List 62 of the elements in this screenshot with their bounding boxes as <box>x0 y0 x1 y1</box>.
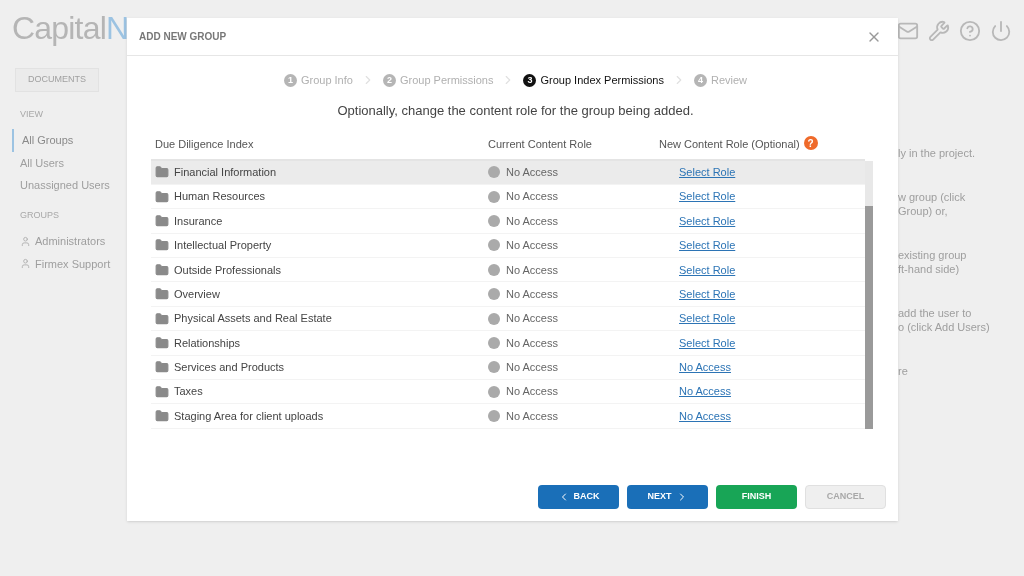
help-text: ly in the project. <box>898 146 977 160</box>
wizard-step: Review <box>710 72 748 89</box>
index-name: Overview <box>174 286 220 302</box>
role-link[interactable]: Select Role <box>679 285 736 303</box>
index-name: Services and Products <box>174 360 285 376</box>
role-link[interactable]: Select Role <box>679 212 736 230</box>
index-name: Physical Assets and Real Estate <box>174 311 332 327</box>
index-name: Outside Professionals <box>174 262 281 278</box>
help-text: o (click Add Users) <box>898 320 991 334</box>
index-name: Human Resources <box>174 189 266 205</box>
help-text: Group) or, <box>898 204 949 218</box>
role-link[interactable]: No Access <box>679 407 731 425</box>
role-link[interactable]: Select Role <box>679 188 736 205</box>
role-link[interactable]: Select Role <box>679 310 736 327</box>
column-header: Current Content Role <box>488 137 593 152</box>
help-text: ft-hand side) <box>898 262 961 276</box>
next-button[interactable]: NEXT <box>627 485 708 509</box>
role-link[interactable]: Select Role <box>679 163 736 181</box>
current-role: No Access <box>506 286 558 302</box>
current-role: No Access <box>506 238 558 254</box>
index-name: Relationships <box>174 335 241 351</box>
step-number: 1 <box>283 73 297 87</box>
back-button[interactable]: BACK <box>538 485 619 509</box>
role-link[interactable]: Select Role <box>679 237 736 254</box>
index-name: Staging Area for client uploads <box>174 408 324 424</box>
help-icon[interactable]: ? <box>803 136 818 150</box>
current-role: No Access <box>506 213 558 229</box>
current-role: No Access <box>506 360 558 376</box>
current-role: No Access <box>506 262 558 278</box>
role-link[interactable]: Select Role <box>679 334 736 352</box>
current-role: No Access <box>506 164 558 180</box>
column-header: New Content Role (Optional) <box>659 137 800 152</box>
sidebar-heading: VIEW <box>20 107 44 121</box>
step-number: 4 <box>693 73 707 87</box>
help-text: w group (click <box>898 190 967 204</box>
help-text: existing group <box>898 248 968 262</box>
sidebar-heading: GROUPS <box>20 208 60 222</box>
current-role: No Access <box>506 311 558 327</box>
role-link[interactable]: No Access <box>679 359 731 376</box>
step-number: 2 <box>382 73 396 87</box>
step-number: 3 <box>523 73 537 87</box>
current-role: No Access <box>506 408 558 424</box>
column-header: Due Diligence Index <box>155 137 255 152</box>
logo: CapitalN <box>12 12 129 44</box>
index-name: Taxes <box>174 384 203 400</box>
sidebar-item[interactable]: All Groups <box>12 129 122 152</box>
current-role: No Access <box>506 384 558 400</box>
index-name: Financial Information <box>174 164 277 180</box>
role-link[interactable]: No Access <box>679 383 731 400</box>
current-role: No Access <box>506 189 558 205</box>
help-text: add the user to <box>898 306 973 320</box>
current-role: No Access <box>506 335 558 351</box>
role-link[interactable]: Select Role <box>679 261 736 278</box>
help-text: re <box>898 364 909 378</box>
index-name: Insurance <box>174 213 223 229</box>
finish-button[interactable]: FINISH <box>716 485 797 509</box>
wizard-step: Group Permissions <box>399 72 494 89</box>
wizard-step: Group Index Permissions <box>540 72 664 89</box>
index-name: Intellectual Property <box>174 238 272 254</box>
wizard-step: Group Info <box>300 72 353 89</box>
dialog-title: ADD NEW GROUP <box>139 30 227 44</box>
instruction-text: Optionally, change the content role for the group being added. <box>336 101 695 120</box>
